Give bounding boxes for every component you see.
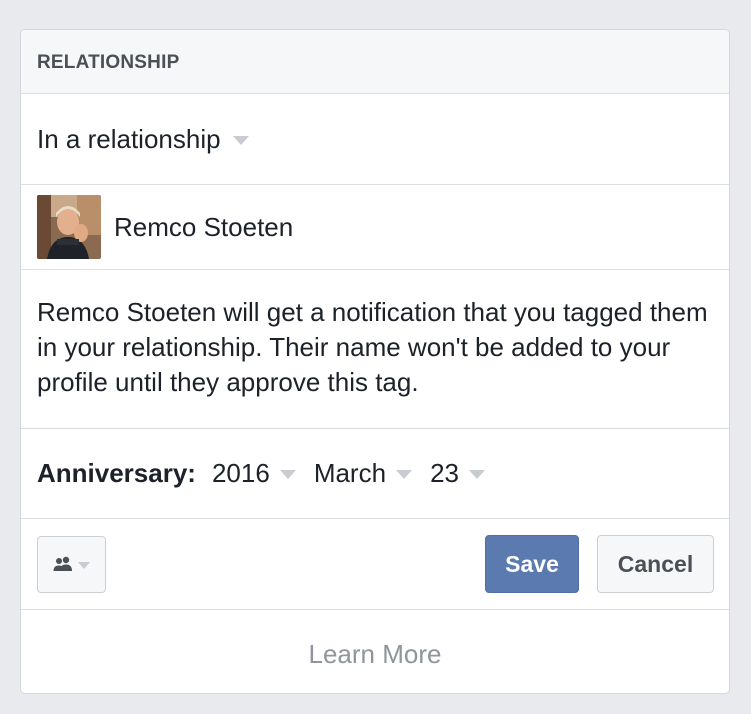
chevron-down-icon — [232, 135, 249, 145]
profile-photo-icon — [37, 195, 101, 259]
anniversary-month-value: March — [313, 458, 387, 488]
card-footer: Learn More — [21, 610, 729, 693]
anniversary-month-dropdown[interactable]: March — [313, 458, 413, 489]
anniversary-day-value: 23 — [430, 458, 459, 488]
card-header: RELATIONSHIP — [21, 30, 729, 94]
chevron-down-icon — [396, 470, 413, 479]
relationship-status-dropdown[interactable]: In a relationship — [37, 124, 249, 155]
chevron-down-icon — [279, 470, 296, 479]
anniversary-label: Anniversary: — [37, 458, 196, 488]
relationship-status-row: In a relationship — [21, 94, 729, 185]
cancel-button[interactable]: Cancel — [597, 535, 714, 593]
audience-selector-button[interactable] — [37, 535, 106, 593]
actions-row: Save Cancel — [21, 519, 729, 610]
anniversary-day-dropdown[interactable]: 23 — [430, 458, 485, 489]
friends-icon — [53, 556, 72, 571]
section-title: RELATIONSHIP — [37, 51, 180, 73]
save-button[interactable]: Save — [485, 535, 579, 593]
partner-row: Remco Stoeten — [21, 185, 729, 270]
notification-notice: Remco Stoeten will get a notification th… — [21, 270, 729, 429]
anniversary-year-value: 2016 — [211, 458, 270, 488]
anniversary-row: Anniversary: 2016 March 23 — [21, 429, 729, 519]
avatar[interactable] — [37, 195, 101, 259]
partner-name[interactable]: Remco Stoeten — [114, 212, 293, 243]
learn-more-link[interactable]: Learn More — [309, 639, 442, 670]
relationship-status-value: In a relationship — [37, 123, 221, 154]
relationship-card: RELATIONSHIP In a relationship Remco Sto… — [20, 29, 730, 694]
chevron-down-icon — [468, 470, 485, 479]
anniversary-year-dropdown[interactable]: 2016 — [212, 458, 296, 489]
chevron-down-icon — [78, 561, 90, 569]
notice-text: Remco Stoeten will get a notification th… — [37, 297, 708, 397]
